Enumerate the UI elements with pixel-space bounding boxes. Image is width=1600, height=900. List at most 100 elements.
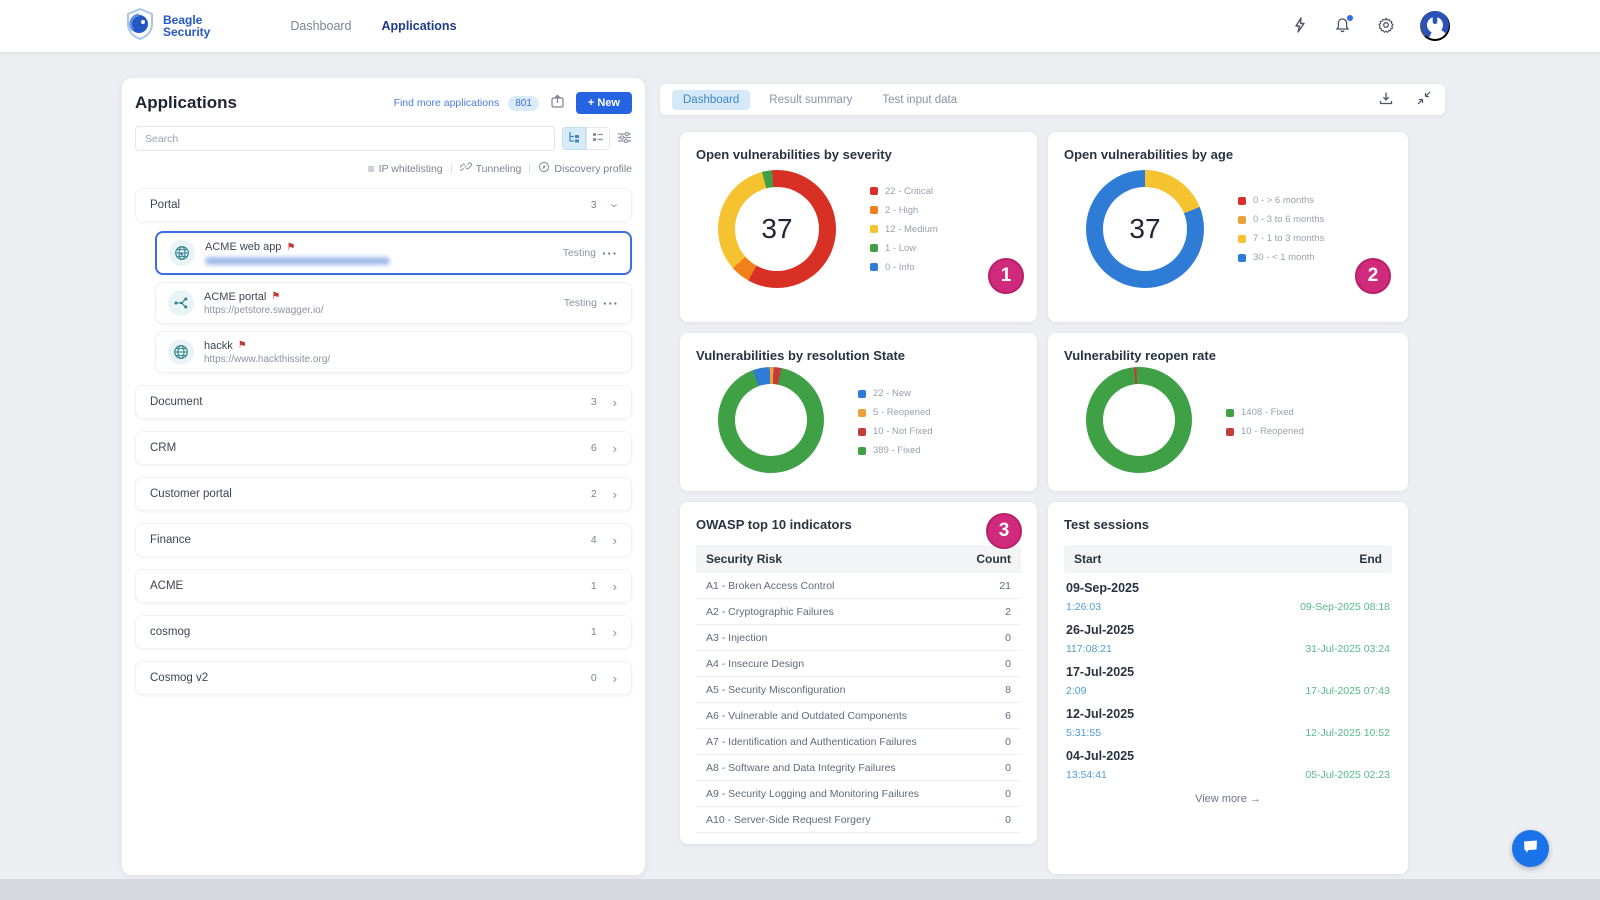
table-row: A4 - Insecure Design 0 xyxy=(696,651,1021,677)
risk-cell: A3 - Injection xyxy=(696,625,959,651)
donut-total: 37 xyxy=(718,170,836,288)
group-row[interactable]: Customer portal 2 › xyxy=(135,477,632,511)
legend-swatch xyxy=(1238,254,1246,262)
legend-swatch xyxy=(1226,428,1234,436)
session-duration: 1:26:03 xyxy=(1066,601,1101,613)
export-button[interactable] xyxy=(548,92,567,114)
risk-cell: A10 - Server-Side Request Forgery xyxy=(696,807,959,833)
group-row[interactable]: cosmog 1 › xyxy=(135,615,632,649)
session-end-time: 12-Jul-2025 10:52 xyxy=(1305,727,1390,739)
legend-item: 5 - Reopened xyxy=(858,407,933,418)
risk-cell: A9 - Security Logging and Monitoring Fai… xyxy=(696,781,959,807)
session-end-time: 31-Jul-2025 03:24 xyxy=(1305,643,1390,655)
count-cell: 0 xyxy=(959,755,1021,781)
legend-item: 0 - Info xyxy=(870,262,938,273)
resolution-donut-chart xyxy=(718,367,824,473)
find-more-applications-link[interactable]: Find more applications xyxy=(394,97,500,109)
count-cell: 21 xyxy=(959,573,1021,599)
chevron-right-icon: › xyxy=(613,534,617,547)
download-report-button[interactable] xyxy=(1377,89,1395,110)
chevron-down-icon: › xyxy=(608,203,621,207)
count-cell: 0 xyxy=(959,651,1021,677)
flag-icon: ⚑ xyxy=(238,340,247,351)
legend-swatch xyxy=(870,225,878,233)
count-cell: 0 xyxy=(959,781,1021,807)
list-view-button[interactable] xyxy=(586,127,610,150)
quick-actions-button[interactable] xyxy=(1291,15,1309,38)
power-icon xyxy=(1420,10,1450,43)
notifications-button[interactable] xyxy=(1333,15,1352,38)
group-row[interactable]: CRM 6 › xyxy=(135,431,632,465)
legend-swatch xyxy=(870,206,878,214)
session-duration: 13:54:41 xyxy=(1066,769,1107,781)
ip-whitelisting-link[interactable]: ≡ IP whitelisting xyxy=(368,163,443,175)
status-label: Testing xyxy=(564,297,597,309)
dashboard-panel: Dashboard Result summary Test input data… xyxy=(660,78,1445,878)
link-icon xyxy=(460,161,472,176)
user-avatar[interactable] xyxy=(1420,11,1450,41)
table-row: A7 - Identification and Authentication F… xyxy=(696,729,1021,755)
tab-test-input-data[interactable]: Test input data xyxy=(871,90,968,110)
tree-view-button[interactable] xyxy=(562,127,586,150)
nav-dashboard[interactable]: Dashboard xyxy=(290,19,351,33)
session-start-date: 09-Sep-2025 xyxy=(1066,581,1390,595)
lightning-icon xyxy=(1293,17,1307,36)
search-input[interactable] xyxy=(135,126,555,151)
chat-widget-button[interactable] xyxy=(1512,830,1549,867)
card-test-sessions: Test sessions Start End 09-Sep-2025 1:26… xyxy=(1048,502,1408,874)
tab-dashboard[interactable]: Dashboard xyxy=(672,90,750,110)
chart-title: Open vulnerabilities by age xyxy=(1064,147,1392,162)
group-row[interactable]: Finance 4 › xyxy=(135,523,632,557)
settings-button[interactable] xyxy=(1376,15,1396,38)
card-vulnerabilities-by-resolution-state: Vulnerabilities by resolution State 22 -… xyxy=(680,333,1037,491)
legend-label: 7 - 1 to 3 months xyxy=(1253,233,1324,244)
app-url: https://www.hackthissite.org/ xyxy=(204,354,330,365)
legend-item: 2 - High xyxy=(870,205,938,216)
new-application-button[interactable]: + New xyxy=(576,92,632,114)
table-row: A3 - Injection 0 xyxy=(696,625,1021,651)
column-start: Start xyxy=(1074,552,1101,566)
session-end-time: 17-Jul-2025 07:43 xyxy=(1305,685,1390,697)
top-navbar: Beagle Security Dashboard Applications xyxy=(0,0,1600,52)
chevron-right-icon: › xyxy=(613,580,617,593)
column-end: End xyxy=(1359,552,1382,566)
more-menu-icon[interactable]: ··· xyxy=(602,247,618,260)
nav-applications[interactable]: Applications xyxy=(382,19,457,33)
legend-swatch xyxy=(870,187,878,195)
severity-legend: 22 - Critical2 - High12 - Medium1 - Low0… xyxy=(870,186,938,273)
group-row[interactable]: Document 3 › xyxy=(135,385,632,419)
legend-item: 389 - Fixed xyxy=(858,445,933,456)
legend-label: 0 - > 6 months xyxy=(1253,195,1314,206)
divider xyxy=(451,163,452,174)
count-cell: 0 xyxy=(959,807,1021,833)
group-row[interactable]: ACME 1 › xyxy=(135,569,632,603)
brand-logo[interactable]: Beagle Security xyxy=(125,8,210,45)
page-title: Applications xyxy=(135,93,237,113)
more-menu-icon[interactable]: ··· xyxy=(603,297,619,310)
legend-item: 10 - Not Fixed xyxy=(858,426,933,437)
app-row-acme-web-app[interactable]: ACME web app ⚑ Testing ··· xyxy=(155,231,632,275)
legend-label: 22 - Critical xyxy=(885,186,933,197)
view-more-link[interactable]: View more → xyxy=(1064,793,1392,805)
notification-dot xyxy=(1347,15,1353,21)
group-row[interactable]: Cosmog v2 0 › xyxy=(135,661,632,695)
collapse-panel-button[interactable] xyxy=(1415,89,1433,110)
tunneling-link[interactable]: Tunneling xyxy=(460,161,522,176)
beagle-logo-icon xyxy=(125,8,155,45)
risk-cell: A4 - Insecure Design xyxy=(696,651,959,677)
chevron-right-icon: › xyxy=(613,672,617,685)
session-start-date: 17-Jul-2025 xyxy=(1066,665,1390,679)
legend-label: 389 - Fixed xyxy=(873,445,921,456)
legend-swatch xyxy=(858,390,866,398)
app-row-acme-portal[interactable]: ACME portal ⚑ https://petstore.swagger.i… xyxy=(155,282,632,324)
count-cell: 8 xyxy=(959,677,1021,703)
list-item: 12-Jul-2025 5:31:55 12-Jul-2025 10:52 xyxy=(1064,699,1392,741)
legend-swatch xyxy=(858,409,866,417)
tab-result-summary[interactable]: Result summary xyxy=(758,90,863,110)
column-count: Count xyxy=(959,545,1021,573)
group-portal[interactable]: Portal 3 › xyxy=(135,188,632,222)
discovery-profile-link[interactable]: Discovery profile xyxy=(538,161,632,176)
app-row-hackk[interactable]: hackk ⚑ https://www.hackthissite.org/ xyxy=(155,331,632,373)
status-label: Testing xyxy=(563,247,596,259)
filter-button[interactable] xyxy=(617,131,632,147)
